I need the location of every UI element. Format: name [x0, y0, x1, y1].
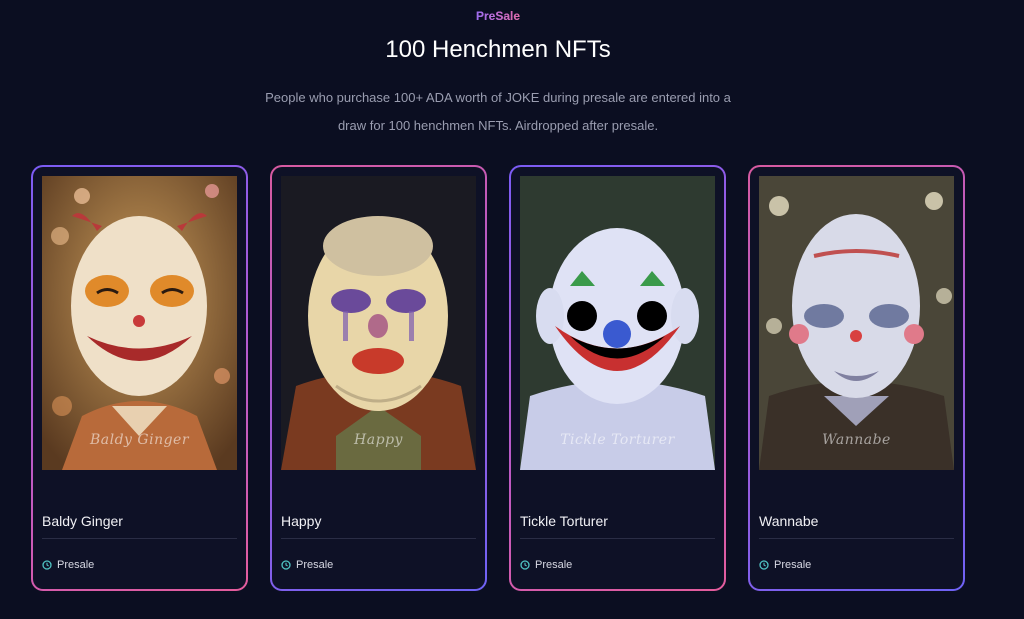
divider: [281, 538, 476, 539]
clock-icon: [520, 560, 530, 570]
status-label: Presale: [57, 559, 95, 571]
nft-image-wannabe: Wannabe: [759, 176, 954, 470]
nft-watermark: Happy: [354, 432, 403, 448]
status-badge: Presale: [520, 559, 572, 571]
status-label: Presale: [774, 559, 812, 571]
status-label: Presale: [535, 559, 573, 571]
divider: [520, 538, 715, 539]
status-badge: Presale: [281, 559, 333, 571]
nft-card-happy[interactable]: Happy Happy Presale: [270, 165, 487, 591]
clock-icon: [759, 560, 769, 570]
nft-name: Happy: [281, 513, 322, 529]
divider: [42, 538, 237, 539]
status-label: Presale: [296, 559, 334, 571]
section-eyebrow: PreSale: [0, 9, 996, 23]
nft-watermark: Tickle Torturer: [560, 432, 675, 448]
clock-icon: [42, 560, 52, 570]
status-badge: Presale: [759, 559, 811, 571]
nft-card-wannabe[interactable]: Wannabe Wannabe Presale: [748, 165, 965, 591]
status-badge: Presale: [42, 559, 94, 571]
nft-image-happy: Happy: [281, 176, 476, 470]
page-title: 100 Henchmen NFTs: [385, 36, 611, 63]
divider: [759, 538, 954, 539]
nft-name: Wannabe: [759, 513, 819, 529]
page-subtitle: People who purchase 100+ ADA worth of JO…: [265, 90, 731, 133]
nft-image-baldy-ginger: Baldy Ginger: [42, 176, 237, 470]
nft-card-baldy-ginger[interactable]: Baldy Ginger Baldy Ginger Presale: [31, 165, 248, 591]
nft-image-tickle-torturer: Tickle Torturer: [520, 176, 715, 470]
nft-name: Tickle Torturer: [520, 513, 608, 529]
nft-watermark: Baldy Ginger: [89, 432, 190, 448]
nft-watermark: Wannabe: [822, 432, 891, 448]
nft-name: Baldy Ginger: [42, 513, 123, 529]
nft-card-tickle-torturer[interactable]: Tickle Torturer Tickle Torturer Presale: [509, 165, 726, 591]
clock-icon: [281, 560, 291, 570]
